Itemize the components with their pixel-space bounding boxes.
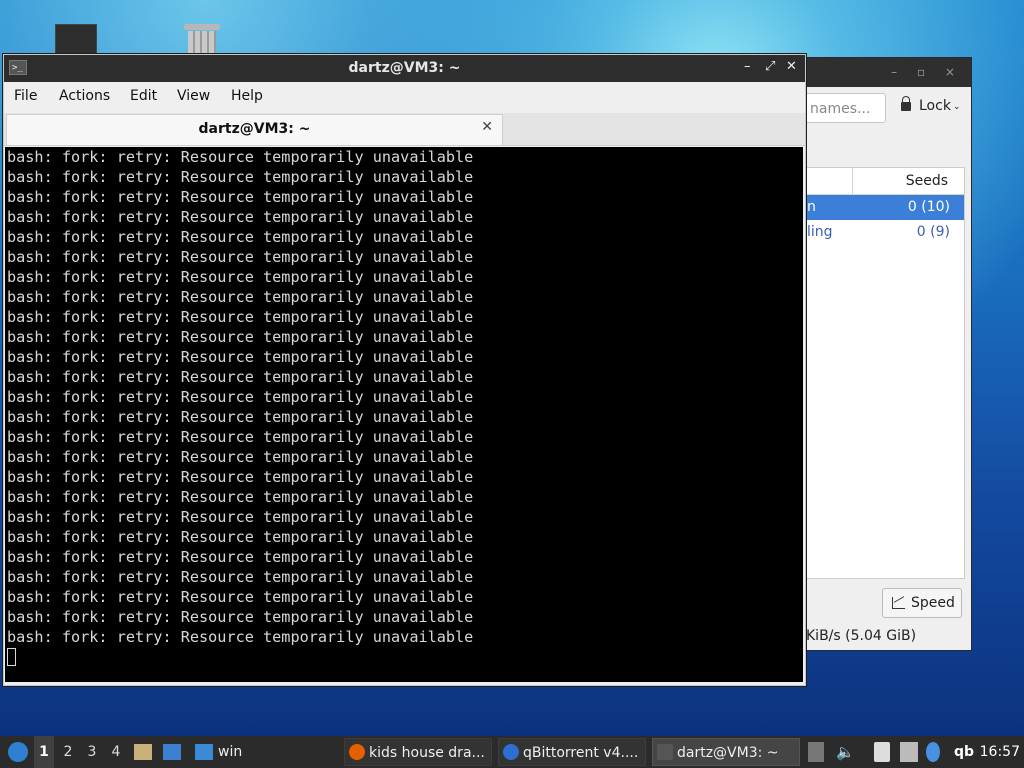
chevron-down-icon: ⌄ bbox=[953, 102, 961, 112]
firefox-icon bbox=[349, 744, 365, 760]
terminal-line: bash: fork: retry: Resource temporarily … bbox=[7, 528, 474, 546]
terminal-line: bash: fork: retry: Resource temporarily … bbox=[7, 548, 474, 566]
lock-button[interactable]: Lock ⌄ bbox=[901, 96, 961, 114]
app-menu-icon bbox=[8, 742, 28, 762]
trash-can bbox=[188, 31, 216, 54]
folder-icon[interactable] bbox=[195, 744, 213, 760]
taskbar: 1 2 3 4 win kids house dra... qBittorren… bbox=[0, 736, 1024, 768]
speed-button[interactable]: Speed bbox=[882, 588, 962, 618]
terminal-line: bash: fork: retry: Resource temporarily … bbox=[7, 208, 474, 226]
terminal-line: bash: fork: retry: Resource temporarily … bbox=[7, 488, 474, 506]
terminal-output[interactable]: bash: fork: retry: Resource temporarily … bbox=[5, 147, 803, 682]
qbittorrent-icon bbox=[503, 744, 519, 760]
workspace-3[interactable]: 3 bbox=[82, 736, 102, 768]
close-icon[interactable]: ✕ bbox=[786, 59, 797, 74]
task-label: dartz@VM3: ~ bbox=[677, 745, 779, 761]
table-header: Seeds bbox=[807, 168, 964, 195]
terminal-icon bbox=[657, 744, 673, 760]
desktop-trash-icon[interactable] bbox=[184, 24, 220, 54]
tab-label: dartz@VM3: ~ bbox=[198, 121, 311, 137]
terminal-line: bash: fork: retry: Resource temporarily … bbox=[7, 588, 474, 606]
terminal-line: bash: fork: retry: Resource temporarily … bbox=[7, 348, 474, 366]
workspace-4[interactable]: 4 bbox=[106, 736, 126, 768]
window-title: dartz@VM3: ~ bbox=[348, 60, 461, 76]
table-row[interactable]: ling 0 (9) bbox=[807, 220, 964, 245]
scroll-indicator-icon[interactable] bbox=[808, 742, 824, 762]
tab-close-icon[interactable]: ✕ bbox=[481, 119, 493, 135]
row-seeds: 0 (10) bbox=[907, 199, 950, 215]
qbittorrent-window: – ▫ × names... Lock ⌄ Seeds n 0 (10) ling… bbox=[790, 57, 972, 651]
terminal-line: bash: fork: retry: Resource temporarily … bbox=[7, 568, 474, 586]
status-speed-text: KiB/s (5.04 GiB) bbox=[806, 628, 917, 644]
notification-icon[interactable] bbox=[926, 742, 940, 762]
terminal-line: bash: fork: retry: Resource temporarily … bbox=[7, 308, 474, 326]
menu-file[interactable]: File bbox=[14, 88, 37, 104]
column-header-seeds[interactable]: Seeds bbox=[906, 173, 948, 189]
lock-label: Lock bbox=[919, 98, 951, 114]
speed-label: Speed bbox=[911, 595, 955, 611]
file-manager-launcher-icon[interactable] bbox=[134, 744, 152, 760]
terminal-line: bash: fork: retry: Resource temporarily … bbox=[7, 328, 474, 346]
workspace-2[interactable]: 2 bbox=[58, 736, 78, 768]
terminal-line: bash: fork: retry: Resource temporarily … bbox=[7, 468, 474, 486]
terminal-line: bash: fork: retry: Resource temporarily … bbox=[7, 168, 474, 186]
terminal-lines: bash: fork: retry: Resource temporarily … bbox=[5, 147, 803, 671]
terminal-line: bash: fork: retry: Resource temporarily … bbox=[7, 428, 474, 446]
desktop-launcher-icon[interactable] bbox=[163, 744, 181, 760]
start-menu-button[interactable] bbox=[4, 736, 28, 768]
clock[interactable]: 16:57 bbox=[980, 736, 1020, 768]
terminal-line: bash: fork: retry: Resource temporarily … bbox=[7, 148, 474, 166]
window-controls[interactable]: – ▫ × bbox=[891, 65, 963, 79]
clipboard-icon[interactable] bbox=[874, 742, 890, 762]
qbittorrent-titlebar[interactable]: – ▫ × bbox=[791, 58, 971, 87]
task-label: qBittorrent v4.... bbox=[523, 745, 639, 761]
terminal-line: bash: fork: retry: Resource temporarily … bbox=[7, 628, 474, 646]
menu-view[interactable]: View bbox=[177, 88, 210, 104]
workspace-1[interactable]: 1 bbox=[34, 736, 54, 768]
search-input[interactable]: names... bbox=[799, 93, 886, 123]
terminal-line: bash: fork: retry: Resource temporarily … bbox=[7, 388, 474, 406]
minimize-icon[interactable]: – bbox=[744, 59, 751, 74]
chart-icon bbox=[892, 597, 905, 609]
terminal-line: bash: fork: retry: Resource temporarily … bbox=[7, 268, 474, 286]
lock-icon bbox=[901, 96, 911, 111]
volume-icon[interactable]: 🔈 bbox=[836, 742, 855, 762]
menu-help[interactable]: Help bbox=[231, 88, 263, 104]
trash-lid bbox=[184, 24, 220, 30]
menu-edit[interactable]: Edit bbox=[130, 88, 157, 104]
tab-terminal[interactable]: dartz@VM3: ~ ✕ bbox=[6, 114, 503, 145]
folder-launcher-label[interactable]: win bbox=[218, 736, 242, 768]
terminal-line: bash: fork: retry: Resource temporarily … bbox=[7, 188, 474, 206]
column-divider[interactable] bbox=[852, 168, 853, 194]
terminal-line: bash: fork: retry: Resource temporarily … bbox=[7, 368, 474, 386]
menu-actions[interactable]: Actions bbox=[59, 88, 110, 104]
task-qbittorrent[interactable]: qBittorrent v4.... bbox=[498, 738, 646, 766]
terminal-titlebar[interactable]: >_ dartz@VM3: ~ – ⤢ ✕ bbox=[4, 55, 805, 82]
maximize-icon[interactable]: ⤢ bbox=[765, 59, 775, 74]
text-cursor bbox=[7, 648, 16, 666]
terminal-line: bash: fork: retry: Resource temporarily … bbox=[7, 508, 474, 526]
terminal-line: bash: fork: retry: Resource temporarily … bbox=[7, 608, 474, 626]
terminal-line: bash: fork: retry: Resource temporarily … bbox=[7, 228, 474, 246]
terminal-cursor-line bbox=[7, 647, 803, 671]
menu-bar: File Actions Edit View Help bbox=[4, 82, 805, 113]
tab-bar: dartz@VM3: ~ ✕ bbox=[4, 113, 805, 146]
task-firefox[interactable]: kids house dra... bbox=[344, 738, 492, 766]
desktop-terminal-icon[interactable] bbox=[55, 24, 97, 56]
tracker-table[interactable]: Seeds n 0 (10) ling 0 (9) bbox=[806, 167, 965, 579]
terminal-line: bash: fork: retry: Resource temporarily … bbox=[7, 448, 474, 466]
task-terminal[interactable]: dartz@VM3: ~ bbox=[652, 738, 800, 766]
row-seeds: 0 (9) bbox=[916, 224, 950, 240]
terminal-line: bash: fork: retry: Resource temporarily … bbox=[7, 408, 474, 426]
terminal-line: bash: fork: retry: Resource temporarily … bbox=[7, 248, 474, 266]
row-name: n bbox=[807, 199, 816, 215]
qbittorrent-tray-icon[interactable]: qb bbox=[954, 736, 974, 768]
terminal-line: bash: fork: retry: Resource temporarily … bbox=[7, 288, 474, 306]
table-row[interactable]: n 0 (10) bbox=[807, 195, 964, 220]
row-name: ling bbox=[807, 224, 833, 240]
terminal-window: >_ dartz@VM3: ~ – ⤢ ✕ File Actions Edit … bbox=[3, 54, 806, 686]
network-icon[interactable] bbox=[900, 742, 918, 762]
task-label: kids house dra... bbox=[369, 745, 485, 761]
